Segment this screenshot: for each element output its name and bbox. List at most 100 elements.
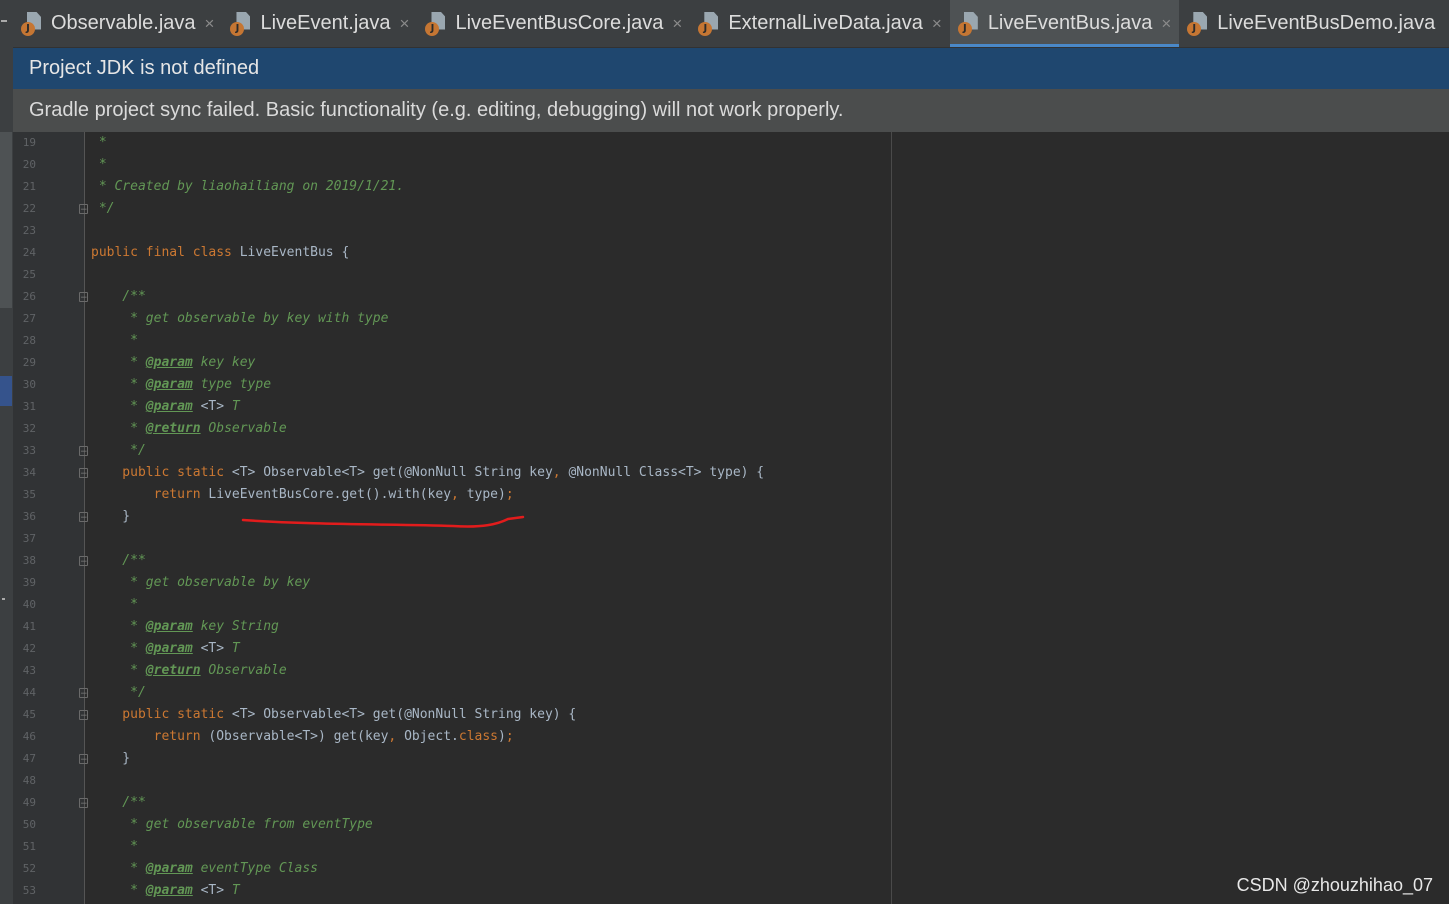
code-line[interactable]: 32 * @return Observable	[13, 418, 1449, 440]
code-text: *	[91, 594, 138, 616]
code-line[interactable]: 21 * Created by liaohailiang on 2019/1/2…	[13, 176, 1449, 198]
token-punc: ;	[505, 487, 514, 502]
code-line[interactable]: 27 * get observable by key with type	[13, 308, 1449, 330]
code-line[interactable]: 34 − public static <T> Observable<T> get(…	[13, 462, 1449, 484]
code-line[interactable]: 42 * @param <T> T	[13, 638, 1449, 660]
code-line[interactable]: 36 − }	[13, 506, 1449, 528]
fold-marker-icon[interactable]: −	[79, 798, 88, 809]
tab-externallivedata[interactable]: J ExternalLiveData.java ×	[690, 0, 950, 47]
token-plain: }	[91, 509, 131, 524]
code-line[interactable]: 38 − /**	[13, 550, 1449, 572]
token-doc: *	[91, 839, 138, 854]
code-line[interactable]: 22 − */	[13, 198, 1449, 220]
tab-liveeventbuscore[interactable]: J LiveEventBusCore.java ×	[417, 0, 690, 47]
token-doc: *	[91, 641, 146, 656]
line-number: 40	[22, 598, 36, 611]
token-tag: @param	[145, 399, 193, 414]
code-line[interactable]: 48	[13, 770, 1449, 792]
line-number: 52	[22, 862, 36, 875]
code-line[interactable]: 26 − /**	[13, 286, 1449, 308]
code-lines[interactable]: 19 * 20 * 21 * Created by liaohailiang on …	[13, 132, 1449, 902]
code-line[interactable]: 28 *	[13, 330, 1449, 352]
jdk-warning-text: Project JDK is not defined	[29, 57, 260, 79]
gradle-sync-failed-banner[interactable]: Gradle project sync failed. Basic functi…	[13, 89, 1449, 132]
code-text: *	[91, 154, 107, 176]
code-line[interactable]: 44 − */	[13, 682, 1449, 704]
token-plain: (Observable<T>) get(key	[208, 729, 389, 744]
fold-marker-icon[interactable]: −	[79, 754, 88, 765]
code-text: * get observable from eventType	[91, 814, 373, 836]
code-text: * @param <T> T	[91, 638, 240, 660]
collapse-mark[interactable]	[1, 20, 7, 22]
token-doc: */	[91, 201, 115, 216]
code-line[interactable]: 50 * get observable from eventType	[13, 814, 1449, 836]
close-icon[interactable]: ×	[932, 14, 942, 34]
close-icon[interactable]: ×	[1161, 14, 1171, 34]
token-tag: @param	[145, 355, 193, 370]
code-line[interactable]: 47 − }	[13, 748, 1449, 770]
token-plain: }	[91, 751, 131, 766]
fold-marker-icon[interactable]: −	[79, 688, 88, 699]
tab-liveeventbusdemo[interactable]: J LiveEventBusDemo.java	[1179, 0, 1443, 47]
java-class-file-icon: J	[957, 11, 980, 36]
code-line[interactable]: 31 * @param <T> T	[13, 396, 1449, 418]
tab-label: LiveEventBus.java	[987, 12, 1153, 34]
token-tag: @param	[145, 641, 193, 656]
code-editor[interactable]: 19 * 20 * 21 * Created by liaohailiang on …	[13, 132, 1449, 904]
code-line[interactable]: 24 public final class LiveEventBus {	[13, 242, 1449, 264]
fold-marker-icon[interactable]: −	[79, 512, 88, 523]
token-doc: type type	[192, 377, 272, 392]
fold-marker-icon[interactable]: −	[79, 556, 88, 567]
line-number: 49	[22, 796, 36, 809]
code-line[interactable]: 37	[13, 528, 1449, 550]
fold-marker-icon[interactable]: −	[79, 292, 88, 303]
code-line[interactable]: 35 return LiveEventBusCore.get().with(ke…	[13, 484, 1449, 506]
jdk-warning-banner[interactable]: Project JDK is not defined	[13, 48, 1449, 89]
tab-label: LiveEventBusCore.java	[455, 12, 664, 34]
code-line[interactable]: 45 − public static <T> Observable<T> get(…	[13, 704, 1449, 726]
fold-marker-icon[interactable]: −	[79, 710, 88, 721]
token-tag: @param	[145, 883, 193, 898]
tab-observable[interactable]: J Observable.java ×	[13, 0, 222, 47]
code-line[interactable]: 43 * @return Observable	[13, 660, 1449, 682]
code-line[interactable]: 29 * @param key key	[13, 352, 1449, 374]
token-doc: *	[91, 883, 146, 898]
code-text: */	[91, 682, 146, 704]
code-line[interactable]: 53 * @param <T> T	[13, 880, 1449, 902]
code-line[interactable]: 25	[13, 264, 1449, 286]
tab-liveeventbus[interactable]: J LiveEventBus.java ×	[949, 0, 1180, 47]
code-line[interactable]: 19 *	[13, 132, 1449, 154]
code-line[interactable]: 40 *	[13, 594, 1449, 616]
code-line[interactable]: 33 − */	[13, 440, 1449, 462]
line-number: 22	[22, 202, 36, 215]
close-icon[interactable]: ×	[400, 14, 410, 34]
token-tag: @param	[145, 377, 193, 392]
close-icon[interactable]: ×	[205, 14, 215, 34]
java-class-file-icon: J	[230, 11, 252, 36]
code-line[interactable]: 41 * @param key String	[13, 616, 1449, 638]
fold-marker-icon[interactable]: −	[79, 446, 88, 457]
line-number: 32	[22, 422, 36, 435]
token-doc: *	[91, 861, 146, 876]
java-class-file-icon: J	[21, 11, 43, 36]
code-line[interactable]: 23	[13, 220, 1449, 242]
code-line[interactable]: 51 *	[13, 836, 1449, 858]
token-plain: <T>	[192, 883, 225, 898]
code-line[interactable]: 20 *	[13, 154, 1449, 176]
code-text: *	[91, 132, 107, 154]
token-doc: *	[91, 333, 138, 348]
code-line[interactable]: 39 * get observable by key	[13, 572, 1449, 594]
close-icon[interactable]: ×	[672, 14, 682, 34]
code-line[interactable]: 30 * @param type type	[13, 374, 1449, 396]
code-text: public final class LiveEventBus {	[91, 242, 349, 264]
fold-marker-icon[interactable]: −	[79, 204, 88, 215]
code-text: * @param eventType Class	[91, 858, 318, 880]
tab-label: LiveEvent.java	[260, 12, 391, 34]
tab-liveevent[interactable]: J LiveEvent.java ×	[222, 0, 417, 47]
line-number: 23	[22, 224, 36, 237]
code-line[interactable]: 49 − /**	[13, 792, 1449, 814]
token-doc: *	[91, 135, 107, 150]
code-line[interactable]: 46 return (Observable<T>) get(key, Objec…	[13, 726, 1449, 748]
fold-marker-icon[interactable]: −	[79, 468, 88, 479]
code-line[interactable]: 52 * @param eventType Class	[13, 858, 1449, 880]
